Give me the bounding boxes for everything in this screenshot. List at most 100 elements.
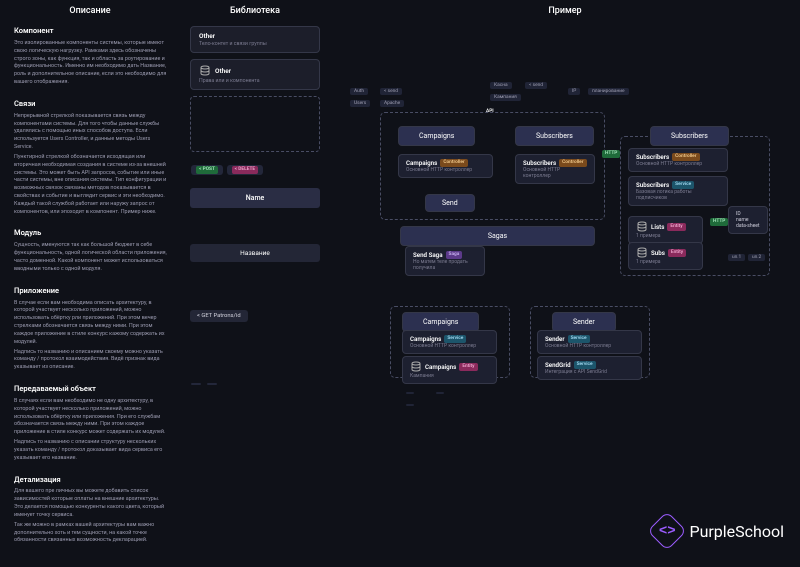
send-saga-title: Send Saga xyxy=(413,251,443,259)
http-badge-1: HTTP xyxy=(602,150,620,158)
detail-pill-2: un.2 xyxy=(748,254,765,261)
bottom-pill-2 xyxy=(436,392,444,394)
desc-component-title: Компонент xyxy=(14,26,168,37)
header-example: Пример xyxy=(330,6,800,16)
desc-app-p1: В случае если вам необходима описать арх… xyxy=(14,300,168,347)
description-column: Компонент Это изолированные компоненты с… xyxy=(0,16,180,567)
subscribers-svc2-sub: Базовая логика работы подписчиков xyxy=(636,189,720,201)
library-column: Other Тело-контет и связи группы Other П… xyxy=(180,16,330,567)
bottom-pill-1 xyxy=(406,392,414,394)
subscribers-svc1-sub: Основной HTTP контроллер xyxy=(636,161,720,167)
detail-box-1: IDnamedata-sheet xyxy=(728,206,768,234)
tiny-users: Users xyxy=(350,100,370,107)
sender-svc: Sender Service Основной HTTP контроллер xyxy=(537,330,642,354)
detail-pill-1: un.1 xyxy=(728,254,745,261)
desc-detail-p1: Для вашего пре личных вы можете добавить… xyxy=(14,488,168,519)
tiny-apache: Apache xyxy=(380,100,404,107)
campaigns-app-header: Campaigns xyxy=(402,312,479,332)
entity-badge-3: Entity xyxy=(668,249,686,257)
lib-component-box1-title: Other xyxy=(199,32,311,40)
lib-detail-pill2 xyxy=(207,383,217,385)
desc-component: Компонент Это изолированные компоненты с… xyxy=(14,26,168,87)
subscribers-header: Subscribers xyxy=(650,126,729,146)
desc-app-p2: Надпись то названию и описанием своему м… xyxy=(14,349,168,372)
http-badge-2: HTTP xyxy=(710,218,728,226)
subscribers-entity-title: Subs xyxy=(651,249,665,257)
sendgrid-svc-title: SendGrid xyxy=(545,361,571,369)
lists-sub: 1 примера xyxy=(636,233,695,239)
campaigns-ctrl: Campaigns Controller Основной HTTP контр… xyxy=(398,154,493,178)
lib-app-box: Название xyxy=(190,244,320,262)
lib-link-pills: < POST < DELETE xyxy=(190,164,320,176)
tiny-kamp: Кампания xyxy=(490,94,521,101)
api-campaigns: Campaigns xyxy=(398,126,475,146)
database-icon xyxy=(199,65,211,77)
lists-title: Lists xyxy=(651,223,664,231)
entity-badge-1: Entity xyxy=(459,363,477,371)
sender-app-header: Sender xyxy=(552,312,616,332)
desc-payload-p1: В случаях если вам необходимо не одну ар… xyxy=(14,398,168,437)
campaigns-ctrl-sub: Основной HTTP контроллер xyxy=(406,167,485,173)
lib-component-box2-title-text: Other xyxy=(215,67,231,75)
campaigns-svc-sub: Основной HTTP контроллер xyxy=(410,343,489,349)
campaigns-svc-title: Campaigns xyxy=(410,335,441,343)
api-label: API xyxy=(482,108,498,115)
sendgrid-svc: SendGrid Service Интеграция с API SendGr… xyxy=(537,356,642,380)
sagas-node: Sagas xyxy=(400,226,595,246)
send-node: Send xyxy=(425,194,475,212)
lib-component-box2-sub: Права или и компонента xyxy=(199,78,311,84)
subscribers-ctrl-sub: Основной HTTP контроллер xyxy=(523,167,587,179)
desc-payload-p2: Надпись то названию с описании структуру… xyxy=(14,439,168,462)
subscribers-svc1-title: Subscribers xyxy=(636,153,669,161)
database-icon-2 xyxy=(410,361,422,373)
svc-badge-3: Service xyxy=(574,361,596,369)
header-library: Библиотека xyxy=(180,6,330,16)
lib-module-box: Name xyxy=(190,188,320,208)
send-saga: Send Saga Saga Но матем теле продать пол… xyxy=(405,246,485,276)
subscribers-svc1: Subscribers Controller Основной HTTP кон… xyxy=(628,148,728,172)
logo-icon: <> xyxy=(648,511,688,551)
example-column: Auth < send Users Apache Касна < send Ка… xyxy=(330,16,800,567)
campaigns-svc: Campaigns Service Основной HTTP контролл… xyxy=(402,330,497,354)
lib-payload-box: < GET Patrons/id xyxy=(190,310,248,322)
lib-component-box1: Other Тело-контет и связи группы xyxy=(190,26,320,53)
sender-svc-sub: Основной HTTP контроллер xyxy=(545,343,634,349)
bottom-pill-3 xyxy=(406,404,414,406)
subscribers-entity-sub: 1 примера xyxy=(636,259,695,265)
desc-payload: Передаваемый объект В случаях если вам н… xyxy=(14,384,168,463)
campaigns-ctrl-title: Campaigns xyxy=(406,159,437,167)
campaigns-entity-sub: Кампания xyxy=(410,373,489,379)
lib-pill-post: < POST xyxy=(191,165,223,175)
subscribers-ctrl-title: Subscribers xyxy=(523,159,556,167)
logo-text: PurpleSchool xyxy=(689,522,784,541)
svc-badge-4: Service xyxy=(672,181,694,189)
campaigns-entity: Campaigns Entity Кампания xyxy=(402,356,497,384)
column-headers: Описание Библиотека Пример xyxy=(0,0,800,16)
ctrl-badge-3: Controller xyxy=(672,153,699,161)
saga-badge: Saga xyxy=(446,251,463,259)
desc-link-title: Связи xyxy=(14,99,168,110)
tiny-kasha: Касна xyxy=(490,82,512,89)
desc-detail: Детализация Для вашего пре личных вы мож… xyxy=(14,475,168,546)
api-subscribers: Subscribers xyxy=(515,126,594,146)
lib-component-box2: Other Права или и компонента xyxy=(190,59,320,90)
ctrl-badge-1: Controller xyxy=(440,159,467,167)
desc-module-p1: Сущность, именуются так как большой бюдж… xyxy=(14,242,168,273)
purpleschool-logo: <> PurpleSchool xyxy=(653,517,784,545)
desc-detail-p2: Так же можно в рамках вашей архитектуры … xyxy=(14,522,168,545)
lib-detail-pills xyxy=(190,382,320,386)
lib-link-box xyxy=(190,96,320,152)
subscribers-entity: Subs Entity 1 примера xyxy=(628,242,703,270)
svc-badge-2: Service xyxy=(568,335,590,343)
sender-svc-title: Sender xyxy=(545,335,565,343)
tiny-auth: Auth xyxy=(350,88,368,95)
desc-app: Приложение В случае если вам необходима … xyxy=(14,286,168,372)
desc-payload-title: Передаваемый объект xyxy=(14,384,168,395)
send-saga-sub: Но матем теле продать получила xyxy=(413,259,477,271)
sendgrid-svc-sub: Интеграция с API SendGrid xyxy=(545,369,634,375)
desc-module: Модуль Сущность, именуются так как больш… xyxy=(14,228,168,273)
tiny-ip: IP xyxy=(568,88,580,95)
desc-app-title: Приложение xyxy=(14,286,168,297)
subscribers-svc2: Subscribers Service Базовая логика работ… xyxy=(628,176,728,206)
desc-detail-title: Детализация xyxy=(14,475,168,486)
